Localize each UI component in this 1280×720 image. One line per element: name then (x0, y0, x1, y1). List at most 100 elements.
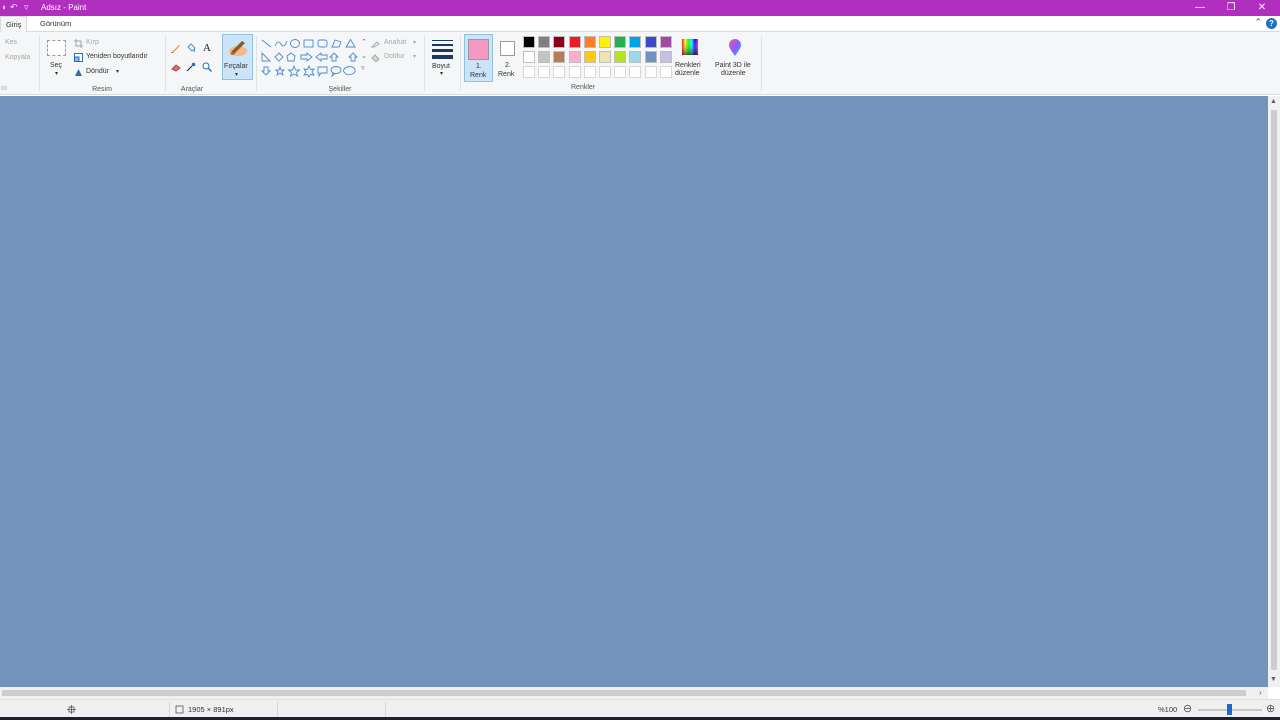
title-bar: ◖ ↶ ▿ Adsız - Paint — ❐ ✕ (0, 0, 1280, 16)
customize-quick-access-icon[interactable]: ▿ (24, 2, 29, 13)
palette-empty-swatch[interactable] (568, 66, 581, 78)
palette-empty-swatch[interactable] (629, 66, 642, 78)
fill-button[interactable]: Doldur (384, 53, 405, 60)
palette-empty-swatch[interactable] (599, 66, 611, 78)
palette-empty-swatch[interactable] (538, 66, 551, 78)
size-label: Boyut (432, 63, 450, 70)
scroll-down-arrow-icon[interactable]: ▼ (1270, 676, 1277, 683)
cut-button[interactable]: Kes (5, 39, 17, 46)
palette-empty-swatch[interactable] (523, 66, 535, 78)
palette-color-swatch[interactable] (523, 36, 535, 48)
zoom-in-icon[interactable]: ⊕ (1266, 702, 1275, 715)
palette-empty-swatch[interactable] (614, 66, 627, 78)
undo-quick-icon[interactable]: ↶ (10, 2, 18, 13)
vertical-scroll-thumb[interactable] (1271, 110, 1277, 670)
crop-icon (74, 39, 83, 48)
palette-color-swatch[interactable] (538, 36, 551, 48)
palette-color-swatch[interactable] (568, 51, 581, 63)
minimize-button[interactable]: — (1190, 1, 1210, 15)
palette-color-swatch[interactable] (644, 51, 657, 63)
selection-size-icon (175, 705, 184, 714)
select-icon (47, 40, 66, 56)
crop-button[interactable]: Kırp (86, 39, 99, 46)
shapes-expand-icon[interactable]: ▿ (361, 64, 365, 72)
paste-dropdown[interactable]: ıo (1, 85, 7, 92)
color1-button[interactable]: 1. Renk (464, 34, 493, 82)
color1-label-line2: Renk (470, 72, 487, 79)
rotate-dropdown-icon[interactable]: ▾ (116, 68, 119, 75)
palette-empty-swatch[interactable] (583, 66, 596, 78)
color2-button[interactable]: 2. Renk (495, 32, 520, 95)
palette-color-swatch[interactable] (523, 51, 535, 63)
scroll-up-arrow-icon[interactable]: ▲ (1270, 98, 1277, 105)
zoom-slider-thumb[interactable] (1227, 704, 1232, 715)
color-picker-icon[interactable] (186, 62, 196, 72)
vertical-scrollbar[interactable]: ▲ ▼ (1268, 96, 1280, 687)
text-tool-icon[interactable]: A (203, 42, 211, 54)
outline-icon (371, 41, 380, 48)
palette-color-swatch[interactable] (614, 51, 627, 63)
palette-color-swatch[interactable] (644, 36, 657, 48)
horizontal-scrollbar[interactable]: › (0, 687, 1268, 699)
tools-group-label: Araçlar (180, 86, 204, 93)
save-quick-icon[interactable]: ◖ (1, 2, 6, 12)
close-button[interactable]: ✕ (1252, 1, 1272, 15)
tab-home[interactable]: Giriş (0, 16, 28, 33)
copy-button[interactable]: Kopyala (5, 54, 30, 61)
tab-view[interactable]: Görünüm (35, 16, 76, 32)
collapse-ribbon-icon[interactable]: ⌃ (1254, 17, 1262, 28)
restore-button[interactable]: ❐ (1221, 1, 1241, 15)
rotate-button[interactable]: Döndür (86, 68, 109, 75)
shapes-scroll-down-icon[interactable]: ⌄ (361, 52, 367, 60)
window-title: Adsız - Paint (41, 3, 87, 12)
palette-color-swatch[interactable] (659, 36, 672, 48)
fill-dropdown-icon[interactable]: ▾ (413, 53, 416, 60)
size-icon (432, 40, 453, 41)
fill-bucket-icon[interactable] (186, 43, 196, 53)
divider (761, 36, 762, 91)
help-icon[interactable]: ? (1266, 18, 1277, 29)
brushes-button[interactable]: Fırçalar ▾ (222, 34, 253, 80)
magnifier-icon[interactable] (202, 62, 212, 72)
outline-button[interactable]: Anahat (384, 39, 406, 46)
palette-color-swatch[interactable] (553, 51, 566, 63)
palette-color-swatch[interactable] (553, 36, 566, 48)
palette-color-swatch[interactable] (538, 51, 551, 63)
fill-icon (371, 54, 380, 62)
palette-color-swatch[interactable] (583, 51, 596, 63)
shapes-group: ⌃ ⌄ ▿ Anahat ▾ Doldur ▾ Şekiller (257, 32, 423, 95)
palette-color-swatch[interactable] (659, 51, 672, 63)
edit-with-paint3d-button[interactable]: Paint 3D ile düzenle (712, 32, 758, 95)
shapes-scroll-up-icon[interactable]: ⌃ (361, 38, 367, 46)
palette-empty-swatch[interactable] (553, 66, 566, 78)
tools-group: A Araçlar (166, 32, 218, 95)
color2-label-line2: Renk (498, 71, 515, 78)
resize-button[interactable]: Yeniden boyutlandır (86, 53, 148, 60)
color-spectrum-icon (682, 39, 698, 55)
select-button[interactable]: Seç (50, 62, 62, 69)
scroll-right-arrow-icon[interactable]: › (1259, 688, 1262, 697)
palette-color-swatch[interactable] (629, 36, 642, 48)
palette-color-swatch[interactable] (599, 51, 611, 63)
palette-color-swatch[interactable] (629, 51, 642, 63)
palette-color-swatch[interactable] (614, 36, 627, 48)
canvas-area[interactable] (0, 96, 1268, 687)
color1-label-line1: 1. (476, 63, 482, 70)
zoom-out-icon[interactable]: ⊖ (1183, 702, 1192, 715)
edit-colors-button[interactable]: Renkleri düzenle (675, 32, 705, 95)
select-dropdown-icon[interactable]: ▾ (55, 70, 58, 77)
size-button[interactable]: Boyut ▾ (427, 32, 457, 95)
brushes-label: Fırçalar (224, 63, 248, 70)
palette-color-swatch[interactable] (599, 36, 611, 48)
eraser-icon[interactable] (171, 62, 181, 72)
shapes-gallery[interactable] (261, 38, 361, 78)
palette-color-swatch[interactable] (568, 36, 581, 48)
horizontal-scroll-thumb[interactable] (2, 690, 1246, 696)
palette-empty-swatch[interactable] (644, 66, 657, 78)
outline-dropdown-icon[interactable]: ▾ (413, 39, 416, 46)
pencil-icon[interactable] (171, 43, 181, 53)
palette-color-swatch[interactable] (583, 36, 596, 48)
palette-empty-swatch[interactable] (659, 66, 672, 78)
edit-colors-line2: düzenle (675, 70, 700, 77)
cursor-position-icon (67, 705, 76, 714)
